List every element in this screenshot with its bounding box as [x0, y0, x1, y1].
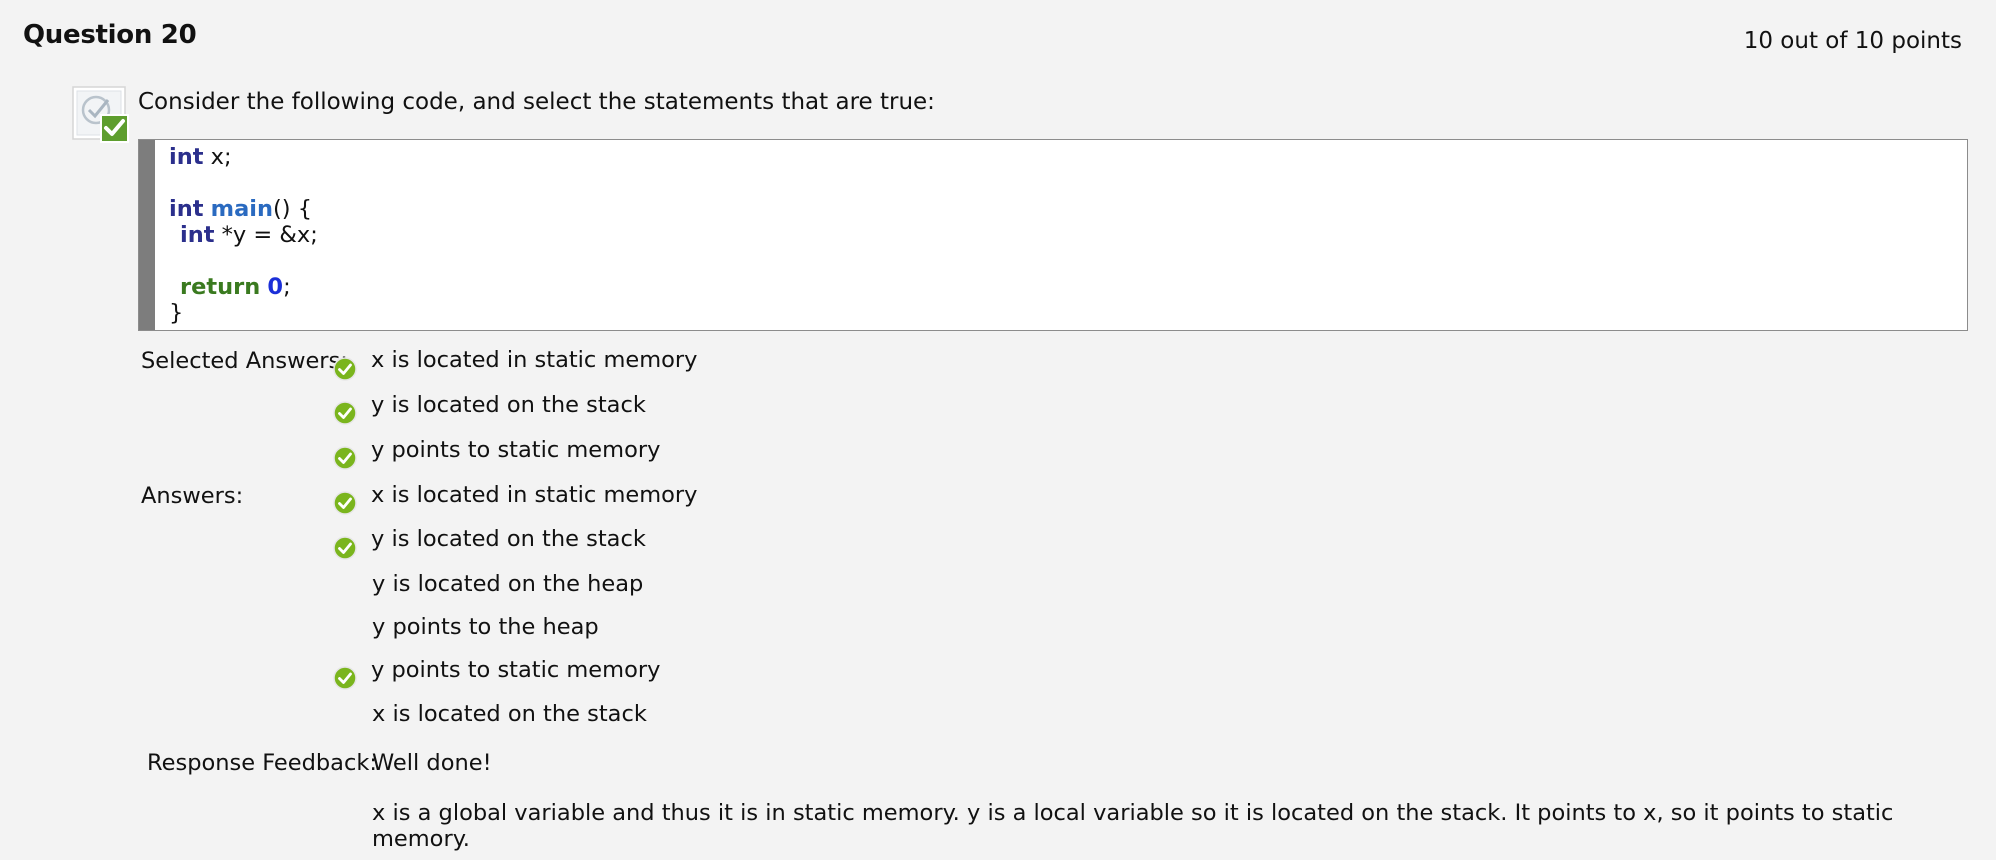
- check-icon: [333, 446, 357, 470]
- code-line-2: int main() {: [169, 196, 312, 222]
- feedback-short: Well done!: [372, 750, 492, 776]
- code-text: *y = &x;: [214, 222, 318, 248]
- response-feedback-label: Response Feedback:: [147, 750, 377, 776]
- question-prompt: Consider the following code, and select …: [138, 89, 935, 115]
- answer-item: x is located in static memory: [371, 482, 698, 508]
- code-block: int x; int main() { int *y = &x; return …: [138, 139, 1968, 331]
- code-keyword: int: [169, 144, 204, 170]
- question-points: 10 out of 10 points: [1743, 28, 1962, 54]
- feedback-explanation: x is a global variable and thus it is in…: [372, 800, 1894, 852]
- answer-item: y is located on the stack: [371, 526, 646, 552]
- code-text: () {: [273, 196, 313, 222]
- code-text: ;: [283, 274, 291, 300]
- check-icon: [333, 491, 357, 515]
- check-icon: [333, 357, 357, 381]
- answer-item: x is located on the stack: [372, 701, 647, 727]
- code-text: x;: [203, 144, 232, 170]
- answer-item: y points to static memory: [371, 657, 661, 683]
- answers-label: Answers:: [141, 483, 244, 509]
- code-line-1: int x;: [169, 144, 232, 170]
- answer-item: y is located on the heap: [372, 571, 644, 597]
- correct-status-icon: [72, 86, 130, 144]
- check-icon: [333, 666, 357, 690]
- selected-answer-item: y is located on the stack: [371, 392, 646, 418]
- code-line-5: }: [169, 300, 184, 326]
- code-keyword: return: [180, 274, 261, 300]
- check-icon: [333, 401, 357, 425]
- code-line-4: return 0;: [180, 274, 291, 300]
- code-line-3: int *y = &x;: [180, 222, 318, 248]
- selected-answer-item: x is located in static memory: [371, 347, 698, 373]
- code-keyword: int: [180, 222, 215, 248]
- selected-answer-item: y points to static memory: [371, 437, 661, 463]
- code-function: main: [210, 196, 274, 222]
- check-icon: [333, 536, 357, 560]
- answer-item: y points to the heap: [372, 614, 599, 640]
- selected-answers-label: Selected Answers:: [141, 348, 348, 374]
- code-keyword: int: [169, 196, 204, 222]
- code-block-bar: [139, 140, 155, 330]
- code-number: 0: [267, 274, 284, 300]
- question-title: Question 20: [23, 20, 197, 50]
